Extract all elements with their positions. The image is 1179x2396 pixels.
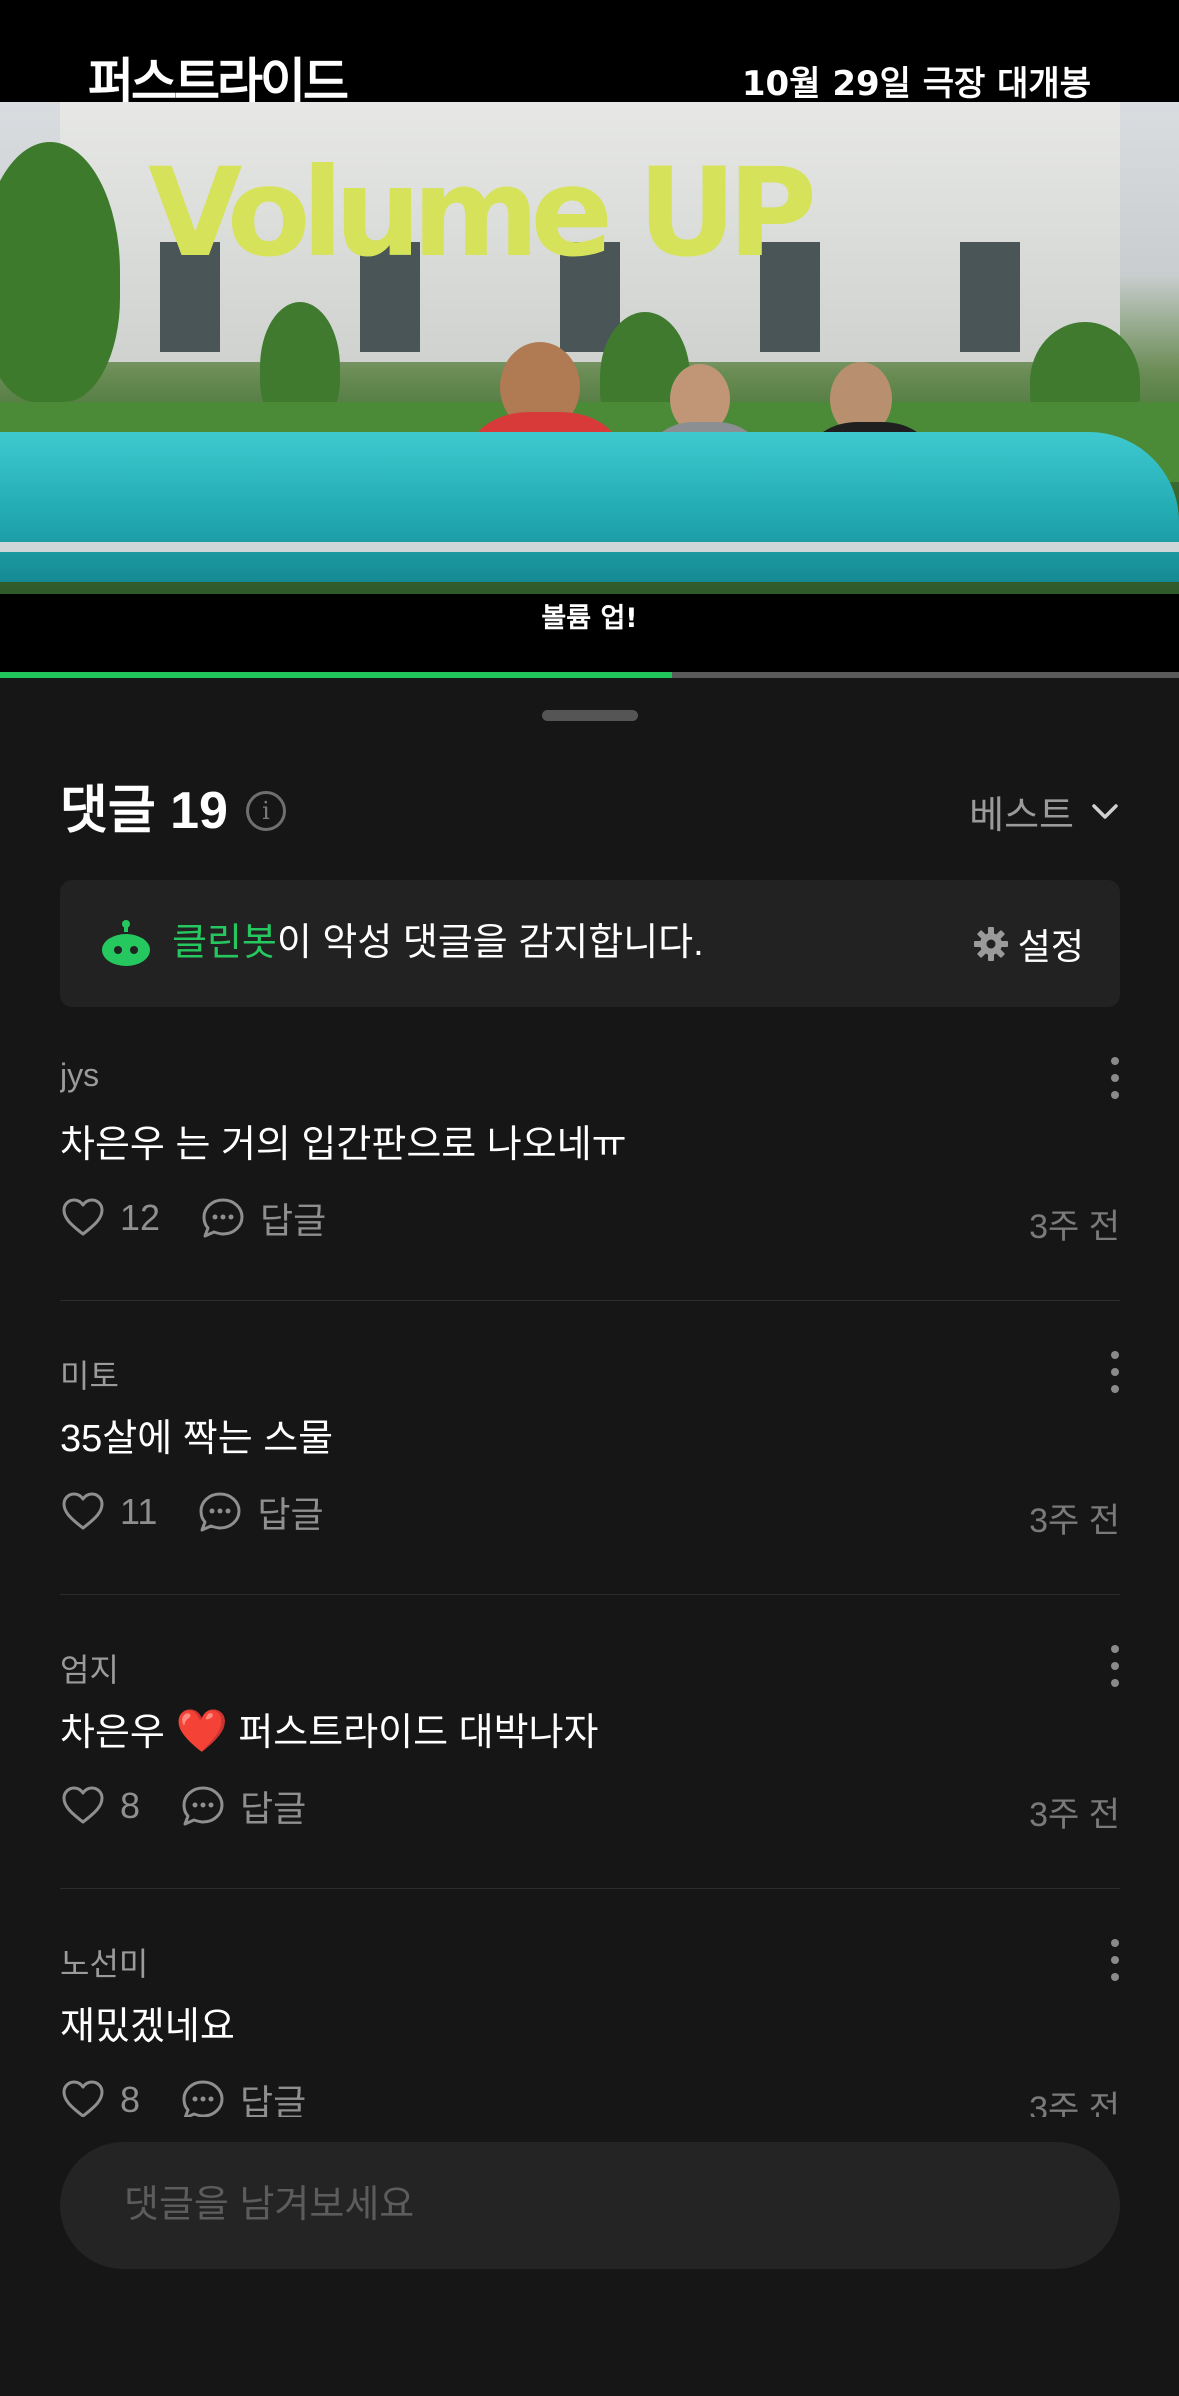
comment-time: 3주 전	[1029, 1208, 1120, 1246]
comments-title: 댓글 19	[60, 782, 228, 840]
comment-author[interactable]: 엄지	[60, 1645, 119, 1691]
comment-text-part: 차은우	[60, 1712, 165, 1754]
heart-icon[interactable]	[60, 1783, 106, 1829]
comments-header: 댓글 19 i 베스트	[60, 776, 1120, 846]
more-options-icon[interactable]	[1110, 1351, 1120, 1397]
heart-icon[interactable]	[60, 1489, 106, 1535]
comment-actions: 8 답글	[60, 1780, 306, 1832]
like-count: 8	[120, 1785, 141, 1826]
video-subtitle: 볼륨 업!	[541, 603, 638, 634]
reply-button[interactable]: 답글	[240, 1780, 306, 1832]
cleanbot-message-text: 이 악성 댓글을 감지합니다.	[276, 922, 704, 964]
video-overlay-title: Volume UP	[148, 142, 817, 284]
cleanbot-brand: 클린봇	[172, 922, 277, 964]
like-count: 8	[120, 2079, 141, 2117]
heart-icon[interactable]	[60, 2077, 106, 2117]
more-options-icon[interactable]	[1110, 1939, 1120, 1985]
chevron-down-icon	[1092, 804, 1118, 819]
like-count: 11	[120, 1491, 158, 1532]
cleanbot-message: 클린봇이 악성 댓글을 감지합니다.	[172, 880, 704, 1007]
cleanbot-banner: 클린봇이 악성 댓글을 감지합니다. 설정	[60, 880, 1120, 1007]
cleanbot-settings-button[interactable]: 설정	[972, 880, 1084, 1007]
comment-time: 3주 전	[1029, 2090, 1120, 2117]
comment-text: 35살에 짝는 스물	[60, 1418, 334, 1460]
reply-bubble-icon[interactable]	[180, 2077, 226, 2117]
comment-actions: 11 답글	[60, 1486, 324, 1538]
comment-text: 재밌겠네요	[60, 2006, 235, 2048]
video-player[interactable]: 퍼스트라이드 10월 29일 극장 대개봉 Volume UP 볼륨 업!	[0, 0, 1179, 672]
reply-bubble-icon[interactable]	[180, 1783, 226, 1829]
comment-list[interactable]: jys 차은우 는 거의 입간판으로 나오네ㅠ 12 답글 3주 전 미토 35…	[60, 1007, 1120, 2117]
comment-text-part: 퍼스트라이드 대박나자	[238, 1712, 599, 1754]
heart-icon[interactable]	[60, 1195, 106, 1241]
info-icon[interactable]: i	[246, 791, 286, 831]
reply-bubble-icon[interactable]	[200, 1195, 246, 1241]
more-options-icon[interactable]	[1110, 1057, 1120, 1103]
comment-item: 노선미 재밌겠네요 8 답글 3주 전	[60, 1889, 1120, 2117]
comment-item: 엄지 차은우 ❤️ 퍼스트라이드 대박나자 8 답글 3주 전	[60, 1595, 1120, 1889]
reply-button[interactable]: 답글	[257, 1486, 323, 1538]
comment-text: 차은우 는 거의 입간판으로 나오네ㅠ	[60, 1124, 627, 1166]
cleanbot-robot-icon	[102, 920, 150, 966]
reply-button[interactable]: 답글	[240, 2074, 306, 2117]
comment-text: 차은우 ❤️ 퍼스트라이드 대박나자	[60, 1701, 598, 1756]
comment-item: jys 차은우 는 거의 입간판으로 나오네ㅠ 12 답글 3주 전	[60, 1007, 1120, 1301]
comment-actions: 12 답글	[60, 1192, 326, 1244]
settings-label: 설정	[1017, 925, 1084, 967]
gear-icon	[973, 926, 1008, 961]
comment-author[interactable]: 미토	[60, 1351, 119, 1397]
video-progress-bar[interactable]	[0, 672, 1179, 678]
sort-dropdown[interactable]: 베스트	[969, 776, 1120, 846]
convertible-car	[0, 432, 1179, 582]
comment-actions: 8 답글	[60, 2074, 306, 2117]
more-options-icon[interactable]	[1110, 1645, 1120, 1691]
comment-item: 미토 35살에 짝는 스물 11 답글 3주 전	[60, 1301, 1120, 1595]
comment-input[interactable]: 댓글을 남겨보세요	[60, 2142, 1120, 2269]
comment-author[interactable]: 노선미	[60, 1939, 148, 1985]
red-heart-emoji-icon: ❤️	[175, 1707, 228, 1754]
reply-button[interactable]: 답글	[260, 1192, 326, 1244]
release-date-text: 10월 29일 극장 대개봉	[741, 64, 1091, 104]
video-frame: Volume UP	[0, 102, 1179, 594]
sort-label: 베스트	[969, 794, 1074, 837]
car-chrome-trim	[0, 542, 1179, 552]
comment-author[interactable]: jys	[60, 1057, 99, 1094]
sheet-drag-handle[interactable]	[542, 710, 638, 721]
comment-time: 3주 전	[1029, 1796, 1120, 1834]
like-count: 12	[120, 1197, 161, 1238]
video-letterbox-top: 퍼스트라이드 10월 29일 극장 대개봉	[0, 0, 1179, 111]
building-window	[960, 242, 1020, 352]
video-progress-fill	[0, 672, 673, 678]
reply-bubble-icon[interactable]	[197, 1489, 243, 1535]
comment-time: 3주 전	[1029, 1502, 1120, 1540]
